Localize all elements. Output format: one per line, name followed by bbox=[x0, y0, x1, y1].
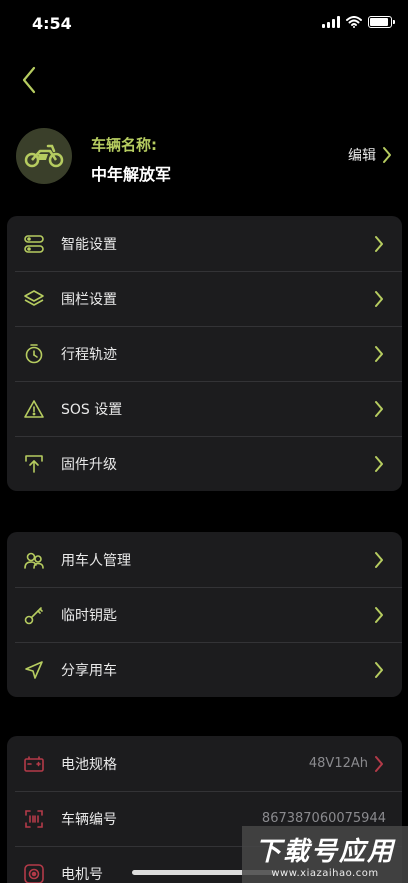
sharing-card: 用车人管理 临时钥匙 分享用车 bbox=[7, 532, 402, 697]
chevron-right-icon bbox=[375, 551, 383, 568]
watermark-sub: www.xiazaihao.com bbox=[271, 867, 379, 879]
row-label: 临时钥匙 bbox=[61, 607, 117, 624]
share-arrow-icon bbox=[7, 642, 61, 697]
settings-card: 智能设置 围栏设置 行程轨迹 SOS 设置 固件升级 bbox=[7, 216, 402, 491]
sos-settings-row[interactable]: SOS 设置 bbox=[7, 381, 402, 436]
row-label: 固件升级 bbox=[61, 456, 117, 473]
watermark-main: 下载号应用 bbox=[254, 836, 395, 867]
watermark: 下载号应用 www.xiazaihao.com bbox=[242, 826, 408, 883]
battery-spec-value: 48V12Ah bbox=[308, 756, 368, 771]
battery-spec-icon bbox=[7, 736, 61, 791]
user-management-row[interactable]: 用车人管理 bbox=[7, 532, 402, 587]
motorbike-icon bbox=[24, 144, 64, 168]
wifi-icon bbox=[346, 16, 362, 28]
battery-spec-row[interactable]: 电池规格 48V12Ah bbox=[7, 736, 402, 791]
row-label: 分享用车 bbox=[61, 662, 117, 679]
upgrade-icon bbox=[7, 436, 61, 491]
status-icons bbox=[322, 16, 395, 28]
vehicle-header: 车辆名称: 中年解放军 编辑 bbox=[16, 128, 392, 186]
vehicle-avatar bbox=[16, 128, 72, 184]
vehicle-name: 中年解放军 bbox=[91, 165, 172, 184]
chevron-right-icon bbox=[375, 400, 383, 417]
row-label: 行程轨迹 bbox=[61, 346, 117, 363]
row-label: 围栏设置 bbox=[61, 291, 117, 308]
chevron-right-icon bbox=[375, 455, 383, 472]
temp-key-row[interactable]: 临时钥匙 bbox=[7, 587, 402, 642]
users-icon bbox=[7, 532, 61, 587]
smart-settings-row[interactable]: 智能设置 bbox=[7, 216, 402, 271]
signal-icon bbox=[322, 16, 340, 28]
warning-icon bbox=[7, 381, 61, 436]
row-label: 用车人管理 bbox=[61, 552, 131, 569]
edit-label: 编辑 bbox=[348, 148, 376, 164]
vehicle-number-value: 867387060075944 bbox=[261, 811, 386, 826]
chevron-right-icon bbox=[375, 606, 383, 623]
row-label: 电池规格 bbox=[61, 756, 117, 773]
chevron-right-icon bbox=[383, 147, 391, 163]
key-icon bbox=[7, 587, 61, 642]
layers-icon bbox=[7, 271, 61, 326]
motor-icon bbox=[7, 846, 61, 883]
chevron-right-icon bbox=[375, 755, 383, 772]
chevron-right-icon bbox=[375, 345, 383, 362]
chevron-right-icon bbox=[375, 661, 383, 678]
chevron-left-icon bbox=[22, 66, 36, 94]
status-time: 4:54 bbox=[32, 14, 72, 33]
vehicle-name-label: 车辆名称: bbox=[91, 136, 157, 154]
chevron-right-icon bbox=[375, 290, 383, 307]
row-label: 智能设置 bbox=[61, 236, 117, 253]
smart-settings-icon bbox=[7, 216, 61, 271]
row-label: 车辆编号 bbox=[61, 811, 117, 828]
chevron-right-icon bbox=[375, 235, 383, 252]
status-bar: 4:54 bbox=[0, 0, 408, 48]
trip-track-row[interactable]: 行程轨迹 bbox=[7, 326, 402, 381]
edit-button[interactable]: 编辑 bbox=[348, 145, 392, 165]
stopwatch-icon bbox=[7, 326, 61, 381]
battery-icon bbox=[368, 16, 395, 28]
row-label: SOS 设置 bbox=[61, 401, 123, 418]
fence-settings-row[interactable]: 围栏设置 bbox=[7, 271, 402, 326]
share-vehicle-row[interactable]: 分享用车 bbox=[7, 642, 402, 697]
barcode-scan-icon bbox=[7, 791, 61, 846]
back-button[interactable] bbox=[14, 62, 44, 98]
firmware-upgrade-row[interactable]: 固件升级 bbox=[7, 436, 402, 491]
